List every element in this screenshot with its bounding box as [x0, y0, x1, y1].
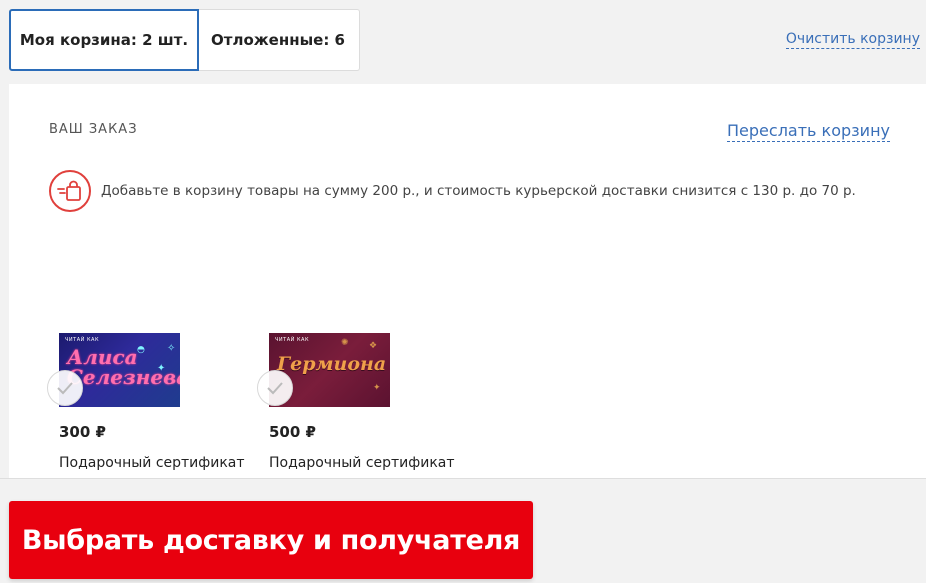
- cover-title: Гермиона: [277, 353, 387, 375]
- sparkle-icon: ✧: [167, 343, 176, 354]
- tab-my-cart-label: Моя корзина: 2 шт.: [19, 31, 189, 49]
- product-price: 500 ₽: [269, 423, 316, 441]
- order-title: ВАШ ЗАКАЗ: [49, 122, 138, 137]
- doodle-icon: ❖: [369, 341, 378, 351]
- cover-brand: ЧИТАЙ КАК: [275, 337, 309, 343]
- product-price: 300 ₽: [59, 423, 106, 441]
- ufo-icon: ◓: [137, 345, 145, 355]
- cover-brand: ЧИТАЙ КАК: [65, 337, 99, 343]
- tab-my-cart[interactable]: Моя корзина: 2 шт.: [9, 9, 199, 71]
- doodle-icon: ✦: [373, 383, 381, 393]
- product-name[interactable]: Подарочный сертификат: [59, 455, 259, 471]
- choose-delivery-button[interactable]: Выбрать доставку и получателя: [9, 501, 533, 579]
- checkmark-icon: [267, 382, 283, 395]
- select-checkbox[interactable]: [47, 370, 83, 406]
- select-checkbox[interactable]: [257, 370, 293, 406]
- order-panel: ВАШ ЗАКАЗ Переслать корзину Добавьте в к…: [9, 84, 926, 478]
- forward-cart-link[interactable]: Переслать корзину: [727, 120, 890, 142]
- product-name[interactable]: Подарочный сертификат: [269, 455, 469, 471]
- doodle-icon: ✺: [341, 338, 349, 348]
- checkmark-icon: [57, 382, 73, 395]
- product-card[interactable]: ЧИТАЙ КАК Алиса Селезнева ✦ ✧ ◓ 300 ₽ По…: [47, 333, 259, 471]
- delivery-notice-text: Добавьте в корзину товары на сумму 200 р…: [101, 183, 856, 199]
- checkout-bar: Выбрать доставку и получателя: [0, 478, 926, 583]
- delivery-bag-icon: [49, 170, 91, 212]
- clear-cart-link[interactable]: Очистить корзину: [785, 30, 920, 49]
- tab-saved-label: Отложенные: 6: [211, 31, 345, 49]
- product-card[interactable]: ЧИТАЙ КАК Гермиона ✺ ❖ ✦ 500 ₽ Подарочны…: [257, 333, 469, 471]
- sparkle-icon: ✦: [157, 363, 166, 374]
- delivery-notice: Добавьте в корзину товары на сумму 200 р…: [49, 170, 856, 212]
- tab-saved[interactable]: Отложенные: 6: [197, 9, 360, 71]
